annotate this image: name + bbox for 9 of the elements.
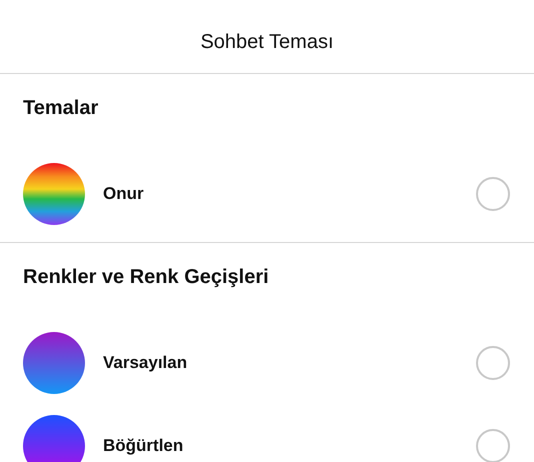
radio-button[interactable]	[476, 428, 510, 462]
radio-button[interactable]	[476, 176, 510, 210]
section-title: Temalar	[23, 96, 98, 120]
theme-name: Varsayılan	[103, 352, 188, 372]
theme-name: Böğürtlen	[103, 436, 184, 456]
screen-title: Sohbet Teması	[200, 31, 334, 54]
theme-name: Onur	[103, 184, 145, 204]
radio-button[interactable]	[476, 346, 510, 380]
section-title: Renkler ve Renk Geçişleri	[23, 266, 269, 288]
